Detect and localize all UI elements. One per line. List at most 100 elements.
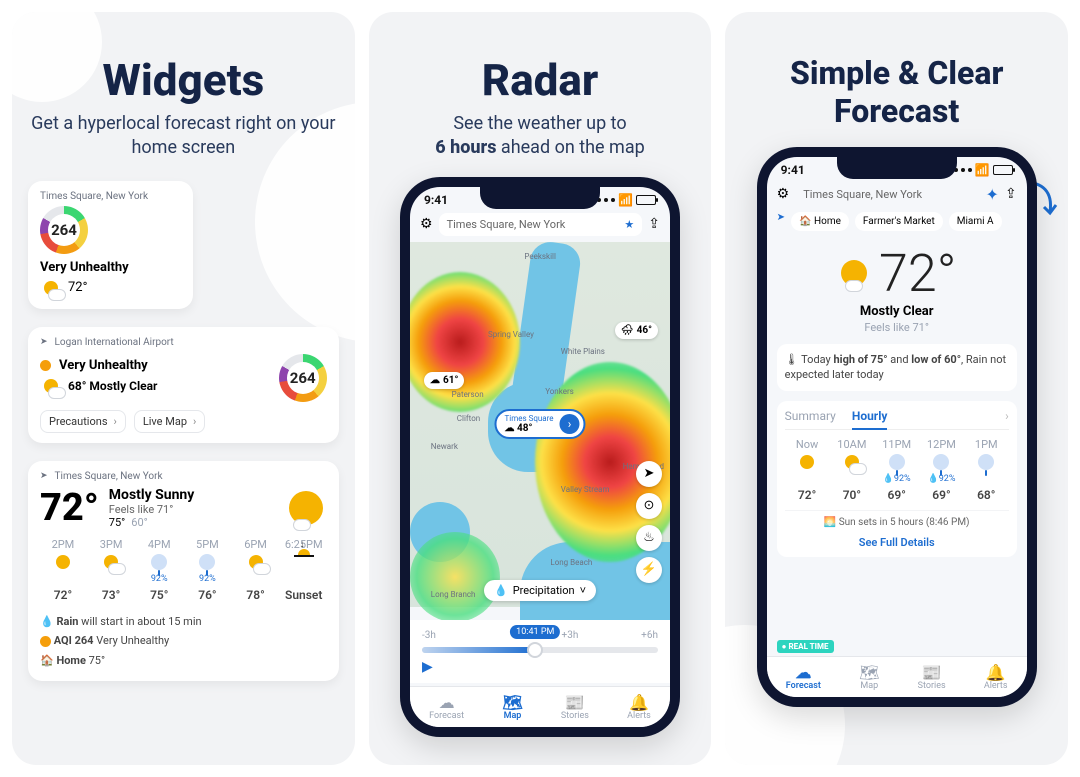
tab-forecast[interactable]: ☁Forecast (786, 663, 821, 691)
map-label: Long Branch (431, 590, 476, 599)
star-icon[interactable]: ★ (624, 218, 634, 231)
temp-pin[interactable]: 🌧46° (615, 322, 658, 339)
temp-pin[interactable]: ☁61° (424, 372, 464, 389)
panel-forecast: Simple & Clear Forecast 9:41 📶 ⚙ Times S… (725, 12, 1068, 765)
timeline[interactable]: -3h +3h +6h 10:41 PM ▶ (410, 620, 670, 683)
fire-icon[interactable]: ♨ (636, 525, 662, 551)
tl-mark: +6h (641, 630, 658, 641)
forecast-card: Summary Hourly › Now 72° 10AM 70° 11PM 💧… (777, 401, 1017, 557)
aqi-note: AQI 264 Very Unhealthy (40, 631, 327, 651)
phone-frame: 9:41 📶 ⚙ Times Square, New York ✦ ⇪ ➤ 🏠 … (757, 147, 1037, 707)
tab-summary[interactable]: Summary (785, 409, 836, 423)
chevron-right-icon[interactable]: › (1005, 409, 1009, 423)
timeline-now: 10:41 PM (510, 625, 560, 639)
hour-col: 4PM 92% 75° (136, 538, 182, 602)
app-topbar: ⚙ Times Square, New York ★ ⇪ (410, 209, 670, 240)
widget-forecast-large[interactable]: Times Square, New York 72° Mostly Sunny … (28, 461, 339, 681)
app-topbar: ⚙ Times Square, New York ✦ ⇪ (767, 179, 1027, 210)
home-note: 🏠 Home 75° (40, 651, 327, 671)
share-icon[interactable]: ⇪ (648, 216, 660, 232)
tl-mark: +3h (562, 630, 579, 641)
feels-like: Feels like 71° (109, 503, 195, 516)
tab-hourly[interactable]: Hourly (852, 409, 888, 430)
tab-alerts[interactable]: 🔔Alerts (984, 663, 1008, 691)
panel-subtitle: Get a hyperlocal forecast right on your … (28, 112, 339, 161)
panel-radar: Radar See the weather up to 6 hours ahea… (369, 12, 712, 765)
weather-icon (40, 375, 62, 397)
play-icon[interactable]: ▶ (422, 659, 658, 675)
hour-col: 10AM 70° (829, 438, 874, 502)
phone-notch (480, 187, 600, 209)
current-temp: 72° (40, 486, 99, 530)
map-label: Peekskill (524, 252, 556, 261)
gear-icon[interactable]: ⚙ (420, 216, 433, 232)
widget-aqi-small[interactable]: Times Square, New York 264 Very Unhealth… (28, 181, 193, 309)
see-full-details[interactable]: See Full Details (785, 536, 1009, 549)
chevron-right-icon[interactable]: › (560, 414, 580, 434)
locate-icon[interactable]: ➤ (777, 212, 785, 231)
location-chip[interactable]: Miami A (949, 212, 1002, 231)
hour-col: 6PM 78° (233, 538, 279, 602)
aqi-value: 264 (290, 369, 316, 387)
share-icon[interactable]: ⇪ (1005, 186, 1017, 202)
widget-temp: 72° (68, 280, 87, 295)
panel-heading: Widgets (28, 54, 339, 106)
hour-col: 5PM 92% 76° (184, 538, 230, 602)
current-condition: Mostly Clear (767, 304, 1027, 319)
location-marker[interactable]: Times Square ☁ 48° › (494, 409, 585, 439)
map-label: Spring Valley (488, 330, 534, 339)
location-chip[interactable]: 🏠 Home (791, 212, 849, 231)
lightning-icon[interactable]: ⚡ (636, 557, 662, 583)
today-summary-card: 🌡 Today high of 75° and low of 60°, Rain… (777, 344, 1017, 391)
rain-note: 💧 Rain will start in about 15 min (40, 612, 327, 632)
status-time: 9:41 (781, 163, 805, 177)
map-label: Long Beach (550, 558, 592, 567)
tab-map[interactable]: 🗺Map (859, 663, 879, 691)
star-outline-icon[interactable]: ✦ (986, 185, 999, 204)
map-label: Paterson (452, 390, 484, 399)
hour-col: Now 72° (785, 438, 830, 502)
weather-icon (285, 487, 327, 529)
layer-selector[interactable]: 💧 Precipitation ˅ (484, 580, 596, 601)
location-search[interactable]: Times Square, New York ★ (439, 213, 643, 236)
hourly-row: 2PM 72° 3PM 73° 4PM 92% 75° 5PM 92% 76° … (40, 538, 327, 602)
locate-icon[interactable]: ➤ (636, 461, 662, 487)
hour-col: 12PM 💧92% 69° (919, 438, 964, 502)
gear-icon[interactable]: ⚙ (777, 186, 790, 202)
hour-col: 6:25PM Sunset (281, 538, 327, 602)
phone-frame: 9:41 📶 ⚙ Times Square, New York ★ ⇪ Peek… (400, 177, 680, 737)
tab-bar: ☁Forecast 🗺Map 📰Stories 🔔Alerts (410, 686, 670, 727)
alert-icon[interactable]: ⊙ (636, 493, 662, 519)
weather-icon (40, 277, 62, 299)
tab-alerts[interactable]: 🔔Alerts (627, 693, 651, 721)
location-search[interactable]: Times Square, New York (795, 183, 979, 206)
aqi-gauge: 264 (279, 354, 327, 402)
panel-heading: Simple & Clear Forecast (741, 54, 1052, 131)
marker-temp: 48° (517, 423, 532, 434)
current-temp-display: 72° (767, 243, 1027, 304)
realtime-badge: ● REAL TIME (777, 640, 834, 653)
location-chip[interactable]: Farmer's Market (855, 212, 943, 231)
widget-airport[interactable]: Logan International Airport Very Unhealt… (28, 327, 339, 443)
hour-col: 3PM 73° (88, 538, 134, 602)
timeline-knob[interactable] (527, 642, 543, 658)
precautions-chip[interactable]: Precautions (40, 410, 126, 433)
tab-stories[interactable]: 📰Stories (561, 693, 589, 721)
tl-mark: -3h (422, 630, 436, 641)
widget-location: Logan International Airport (40, 337, 327, 348)
aqi-status: Very Unhealthy (59, 358, 148, 373)
tab-forecast[interactable]: ☁Forecast (429, 693, 464, 721)
phone-notch (837, 157, 957, 179)
timeline-bar[interactable]: 10:41 PM (422, 647, 658, 653)
search-text: Times Square, New York (803, 188, 922, 201)
radar-map[interactable]: Peekskill Spring Valley White Plains Yon… (410, 242, 670, 607)
map-label: White Plains (561, 347, 605, 356)
tab-stories[interactable]: 📰Stories (918, 663, 946, 691)
map-label: Clifton (457, 414, 480, 423)
tab-bar: ☁Forecast 🗺Map 📰Stories 🔔Alerts (767, 656, 1027, 697)
tab-map[interactable]: 🗺Map (502, 693, 522, 721)
live-map-chip[interactable]: Live Map (134, 410, 206, 433)
panel-heading: Radar (385, 54, 696, 106)
status-time: 9:41 (424, 193, 448, 207)
current-temp: 72° (879, 243, 956, 304)
